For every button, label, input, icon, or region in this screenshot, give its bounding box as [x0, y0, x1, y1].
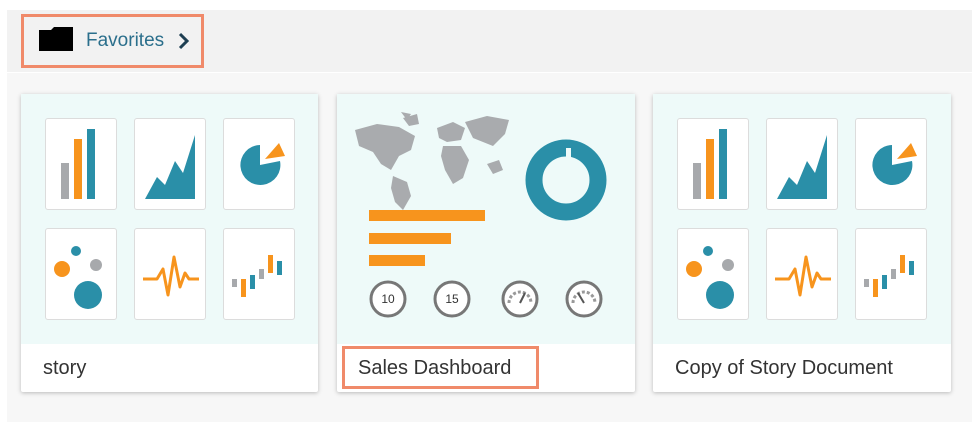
waveform-icon — [134, 228, 206, 320]
breadcrumb-favorites[interactable]: Favorites — [21, 14, 204, 68]
card-title: story — [43, 357, 87, 379]
pie-chart-icon — [855, 118, 927, 210]
chevron-right-icon[interactable] — [176, 31, 192, 51]
card-title: Copy of Story Document — [675, 357, 893, 379]
story-card[interactable]: story — [21, 94, 318, 392]
sales-dashboard-thumbnail: 10 15 — [337, 94, 635, 344]
bubble-chart-icon — [677, 228, 749, 320]
bar-chart-icon — [677, 118, 749, 210]
bubble-chart-icon — [45, 228, 117, 320]
gauge-value-10: 10 — [381, 292, 395, 306]
bar-chart-icon — [45, 118, 117, 210]
waterfall-chart-icon — [223, 228, 295, 320]
dashboard-preview-graphic: 10 15 — [355, 112, 607, 318]
folder-icon — [38, 26, 74, 57]
sales-dashboard-card[interactable]: 10 15 Sales Dashboard — [337, 94, 635, 392]
area-chart-icon — [134, 118, 206, 210]
story-thumbnail — [21, 94, 318, 344]
area-chart-icon — [766, 118, 838, 210]
copy-story-thumbnail — [653, 94, 951, 344]
horizontal-bar-icon — [369, 210, 485, 266]
card-title: Sales Dashboard — [358, 357, 512, 379]
waveform-icon — [766, 228, 838, 320]
world-map-icon — [355, 112, 509, 210]
pie-chart-icon — [223, 118, 295, 210]
waterfall-chart-icon — [855, 228, 927, 320]
gauge-icons: 10 15 — [369, 280, 603, 318]
gauge-value-15: 15 — [445, 292, 459, 306]
copy-story-card[interactable]: Copy of Story Document — [653, 94, 951, 392]
breadcrumb-label: Favorites — [86, 30, 165, 51]
